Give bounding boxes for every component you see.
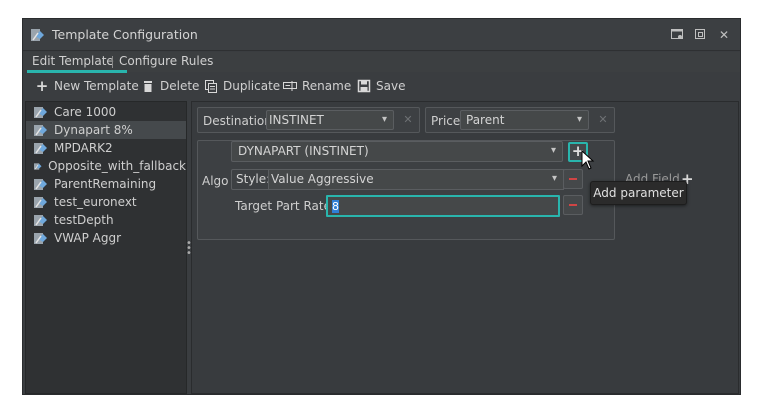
list-item[interactable]: MPDARK2: [26, 139, 186, 157]
style-value: Value Aggressive: [271, 172, 374, 186]
algo-label: Algo: [202, 174, 229, 188]
target-part-rate-label: Target Part Rate:: [235, 199, 336, 213]
template-name: test_euronext: [54, 195, 137, 209]
chevron-down-icon: ▾: [381, 114, 387, 125]
chevron-down-icon: ▾: [550, 145, 556, 156]
save-label: Save: [376, 79, 406, 93]
template-name: MPDARK2: [54, 141, 113, 155]
chevron-down-icon: ▾: [576, 114, 582, 125]
destination-label: Destination: [203, 114, 272, 128]
tab-bar: Edit Template Configure Rules: [23, 52, 740, 73]
mouse-cursor-icon: [581, 150, 595, 170]
plus-icon: +: [35, 77, 49, 95]
duplicate-label: Duplicate: [223, 79, 281, 93]
style-label: Style:: [236, 172, 271, 186]
template-icon: [34, 162, 42, 170]
window-title: Template Configuration: [52, 27, 198, 42]
rename-button[interactable]: Rename: [283, 79, 351, 93]
template-icon: [34, 214, 47, 226]
price-field: Price Parent ▾ ✕: [425, 107, 615, 133]
template-icon: [34, 142, 47, 154]
tab-configure-rules[interactable]: Configure Rules: [119, 54, 213, 68]
algo-strategy-select[interactable]: DYNAPART (INSTINET) ▾: [231, 141, 563, 162]
template-name: Dynapart 8%: [54, 123, 133, 137]
remove-style-button[interactable]: [563, 169, 583, 189]
template-list[interactable]: Care 1000 Dynapart 8% MPDARK2 Opposite_w…: [25, 101, 187, 394]
tab-edit-template[interactable]: Edit Template: [32, 54, 114, 68]
target-part-rate-value: 8: [332, 200, 339, 213]
pin-window-icon[interactable]: [669, 27, 685, 43]
remove-target-rate-button[interactable]: [563, 195, 583, 215]
add-parameter-tooltip: Add parameter: [590, 181, 687, 205]
template-name: testDepth: [54, 213, 114, 227]
template-icon: [34, 106, 47, 118]
price-select[interactable]: Parent ▾: [460, 110, 589, 130]
template-configuration-window: Template Configuration ✕ Edit Template C…: [22, 18, 741, 395]
template-icon: [34, 178, 47, 190]
destination-field: Destination INSTINET ▾ ✕: [197, 107, 420, 133]
list-item[interactable]: Dynapart 8%: [26, 121, 186, 139]
template-icon: [34, 124, 47, 136]
remove-destination-icon[interactable]: ✕: [401, 113, 415, 127]
list-item[interactable]: ParentRemaining: [26, 175, 186, 193]
price-label: Price: [431, 114, 461, 128]
chevron-down-icon: ▾: [551, 173, 557, 184]
template-name: Opposite_with_fallback: [48, 159, 186, 173]
delete-label: Delete: [160, 79, 200, 93]
active-tab-indicator: [27, 70, 127, 73]
destination-select[interactable]: INSTINET ▾: [266, 110, 394, 130]
template-icon: [31, 29, 44, 41]
floppy-disk-icon: [357, 79, 371, 93]
template-name: ParentRemaining: [54, 177, 157, 191]
splitter-handle[interactable]: • • •: [186, 239, 192, 259]
delete-button[interactable]: Delete: [141, 79, 199, 93]
rename-label: Rename: [302, 79, 352, 93]
remove-price-icon[interactable]: ✕: [596, 113, 610, 127]
algo-strategy-value: DYNAPART (INSTINET): [238, 144, 369, 158]
list-item[interactable]: test_euronext: [26, 193, 186, 211]
template-icon: [34, 232, 47, 244]
style-row: Style: Value Aggressive ▾: [231, 169, 564, 190]
template-icon: [34, 196, 47, 208]
new-template-label: New Template: [54, 79, 139, 93]
duplicate-icon: [205, 80, 217, 93]
template-name: VWAP Aggr: [54, 231, 122, 245]
duplicate-button[interactable]: Duplicate: [204, 79, 280, 93]
list-item[interactable]: Opposite_with_fallback: [26, 157, 186, 175]
template-name: Care 1000: [54, 105, 117, 119]
title-bar[interactable]: Template Configuration ✕: [23, 19, 740, 51]
rename-icon: [283, 81, 297, 91]
list-item[interactable]: testDepth: [26, 211, 186, 229]
list-item[interactable]: VWAP Aggr: [26, 229, 186, 247]
trash-icon: [144, 81, 152, 92]
close-icon[interactable]: ✕: [716, 27, 732, 43]
maximize-icon[interactable]: [692, 27, 708, 43]
style-select[interactable]: Value Aggressive ▾: [268, 169, 564, 190]
list-item[interactable]: Care 1000: [26, 103, 186, 121]
price-value: Parent: [466, 113, 505, 127]
save-button[interactable]: Save: [357, 79, 405, 93]
target-part-rate-input[interactable]: 8: [326, 195, 560, 217]
new-template-button[interactable]: + New Template: [35, 77, 139, 95]
destination-value: INSTINET: [269, 113, 324, 127]
toolbar: + New Template Delete Duplicate Rename S…: [23, 74, 740, 100]
tab-divider: [112, 56, 113, 68]
